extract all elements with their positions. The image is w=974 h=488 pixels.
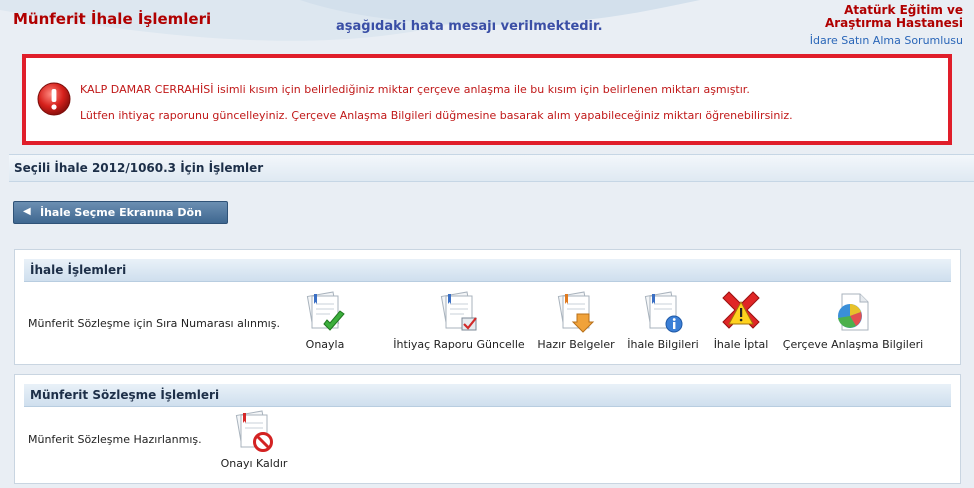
- back-to-tender-selection-button[interactable]: ◀ İhale Seçme Ekranına Dön: [13, 201, 228, 224]
- update-need-report-label: İhtiyaç Raporu Güncelle: [393, 338, 525, 351]
- cancel-tender-action[interactable]: İhale İptal: [705, 288, 777, 351]
- error-icon: [37, 82, 71, 116]
- page-title: Münferit İhale İşlemleri: [13, 10, 212, 28]
- approve-action[interactable]: Onayla: [297, 290, 353, 351]
- back-arrow-icon: ◀: [23, 206, 31, 217]
- cancel-tender-label: İhale İptal: [713, 338, 769, 351]
- tender-operations-title: İhale İşlemleri: [30, 263, 127, 277]
- pie-chart-icon: [838, 293, 869, 331]
- selected-tender-bar: Seçili İhale 2012/1060.3 İçin İşlemler: [9, 154, 974, 182]
- back-button-label: İhale Seçme Ekranına Dön: [40, 206, 202, 219]
- framework-agreement-info-label: Çerçeve Anlaşma Bilgileri: [782, 338, 924, 351]
- info-icon: [644, 291, 683, 333]
- cancel-icon: [722, 291, 760, 329]
- remove-approval-icon: [235, 410, 273, 452]
- header-message: aşağıdaki hata mesajı verilmektedir.: [336, 19, 603, 34]
- update-report-icon: [440, 291, 477, 331]
- tender-info-label: İhale Bilgileri: [627, 338, 699, 351]
- remove-approval-label: Onayı Kaldır: [220, 457, 288, 470]
- tender-operations-panel: İhale İşlemleri Münferit Sözleşme için S…: [14, 249, 961, 365]
- update-need-report-action[interactable]: İhtiyaç Raporu Güncelle: [389, 290, 529, 351]
- tender-status-text: Münferit Sözleşme için Sıra Numarası alı…: [28, 317, 280, 330]
- ready-documents-action[interactable]: Hazır Belgeler: [533, 290, 619, 351]
- approve-icon: [306, 291, 345, 331]
- error-box: KALP DAMAR CERRAHİSİ isimli kısım için b…: [22, 54, 952, 145]
- tender-operations-header: İhale İşlemleri: [24, 259, 951, 282]
- contract-operations-panel: Münferit Sözleşme İşlemleri Münferit Söz…: [14, 374, 961, 484]
- framework-agreement-info-action[interactable]: Çerçeve Anlaşma Bilgileri: [777, 290, 929, 351]
- selected-tender-title: Seçili İhale 2012/1060.3 İçin İşlemler: [14, 161, 264, 175]
- hospital-name: Atatürk Eğitim ve Araştırma Hastanesi: [803, 4, 963, 30]
- documents-icon: [557, 291, 595, 333]
- error-message-line-1: KALP DAMAR CERRAHİSİ isimli kısım için b…: [80, 83, 750, 96]
- user-role-link[interactable]: İdare Satın Alma Sorumlusu: [810, 34, 963, 47]
- ready-documents-label: Hazır Belgeler: [537, 338, 615, 351]
- tender-info-action[interactable]: İhale Bilgileri: [623, 290, 703, 351]
- error-message-line-2: Lütfen ihtiyaç raporunu güncelleyiniz. Ç…: [80, 109, 793, 122]
- remove-approval-action[interactable]: Onayı Kaldır: [215, 409, 293, 470]
- contract-status-text: Münferit Sözleşme Hazırlanmış.: [28, 433, 202, 446]
- approve-label: Onayla: [305, 338, 345, 351]
- contract-operations-title: Münferit Sözleşme İşlemleri: [30, 388, 220, 402]
- hospital-name-text: Atatürk Eğitim ve Araştırma Hastanesi: [824, 3, 963, 30]
- contract-operations-header: Münferit Sözleşme İşlemleri: [24, 384, 951, 407]
